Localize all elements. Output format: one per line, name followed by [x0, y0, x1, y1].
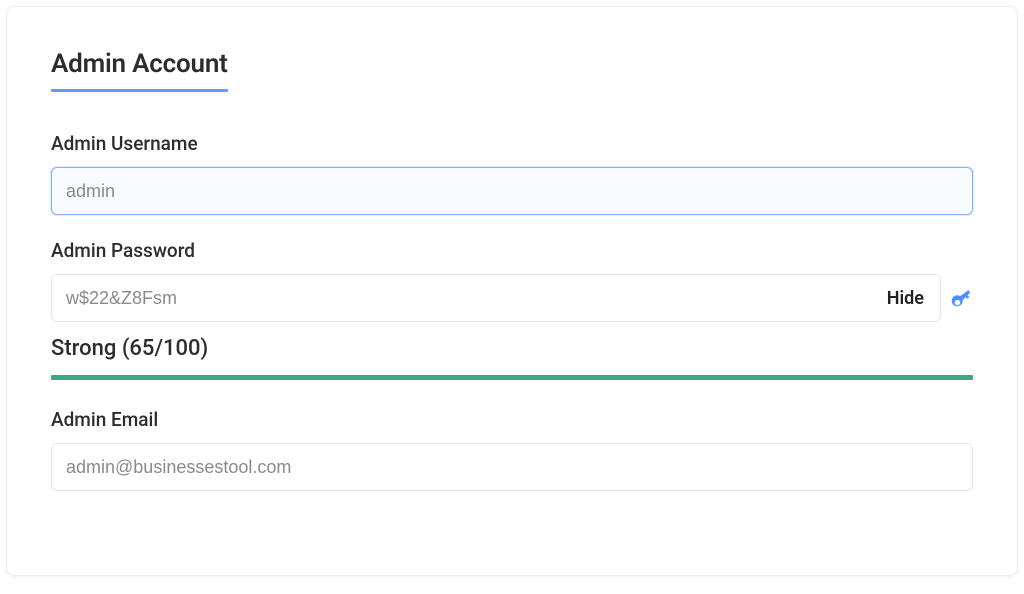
panel-title-wrap: Admin Account — [51, 49, 228, 92]
panel-title: Admin Account — [51, 49, 228, 89]
password-input-row: Hide — [51, 274, 973, 322]
username-input-row — [51, 167, 973, 215]
email-input-wrap — [51, 443, 973, 491]
field-password: Admin Password Hide Strong (65/100) — [51, 239, 973, 380]
username-input[interactable] — [52, 168, 972, 214]
email-label: Admin Email — [51, 408, 973, 431]
password-strength-bar — [51, 375, 973, 380]
password-hide-toggle[interactable]: Hide — [871, 288, 940, 309]
username-label: Admin Username — [51, 132, 973, 155]
password-label: Admin Password — [51, 239, 973, 262]
password-input[interactable] — [52, 275, 871, 321]
title-underline — [51, 89, 228, 92]
password-input-wrap: Hide — [51, 274, 941, 322]
email-input-row — [51, 443, 973, 491]
field-email: Admin Email — [51, 408, 973, 491]
field-username: Admin Username — [51, 132, 973, 215]
email-input[interactable] — [52, 444, 972, 490]
key-icon[interactable] — [951, 287, 973, 309]
admin-account-panel: Admin Account Admin Username Admin Passw… — [6, 6, 1018, 576]
username-input-wrap — [51, 167, 973, 215]
password-strength-label: Strong (65/100) — [51, 336, 973, 361]
password-strength-block: Strong (65/100) — [51, 336, 973, 380]
